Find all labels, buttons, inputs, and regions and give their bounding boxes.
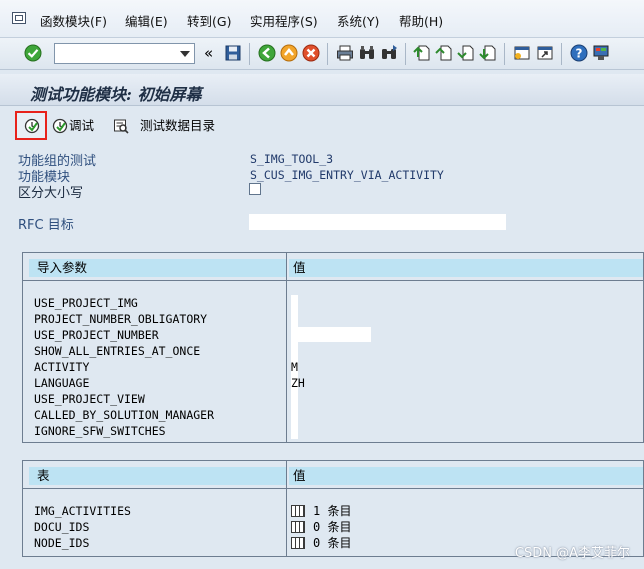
table-entry-count: 1 条目 [313, 504, 352, 518]
new-session-icon[interactable] [513, 44, 531, 62]
shortcut-icon[interactable] [536, 44, 554, 62]
table-grid-icon[interactable] [291, 505, 305, 517]
page-title: 测试功能模块: 初始屏幕 [30, 85, 202, 104]
menu-utilities[interactable]: 实用程序(S) [250, 14, 318, 30]
menu-function-module[interactable]: 函数模块(F) [40, 14, 107, 30]
test-data-directory-icon [114, 119, 129, 134]
find-icon[interactable] [358, 44, 376, 62]
command-field[interactable] [54, 43, 195, 64]
first-page-icon[interactable] [413, 44, 431, 62]
table-row: PROJECT_NUMBER_OBLIGATORY [34, 312, 208, 326]
table-row: SHOW_ALL_ENTRIES_AT_ONCE [34, 344, 201, 358]
find-next-icon[interactable] [380, 44, 398, 62]
table-row: IGNORE_SFW_SWITCHES [34, 424, 166, 438]
rfc-target-input[interactable] [249, 214, 506, 230]
tables-header-value: 值 [289, 467, 643, 485]
debug-label: 调试 [69, 118, 95, 133]
import-params-header-value: 值 [289, 259, 643, 277]
table-row: IMG_ACTIVITIES [34, 504, 131, 518]
last-page-icon[interactable] [479, 44, 497, 62]
menu-edit[interactable]: 编辑(E) [125, 14, 168, 30]
table-row: CALLED_BY_SOLUTION_MANAGER [34, 408, 215, 422]
table-row: DOCU_IDS [34, 520, 90, 534]
table-grid-icon[interactable] [291, 537, 305, 549]
table-row-value[interactable]: M [291, 359, 298, 375]
title-bar: 测试功能模块: 初始屏幕 [0, 74, 644, 106]
tables-header-name: 表 [29, 467, 286, 485]
use-project-number-input[interactable] [291, 327, 371, 342]
back-icon[interactable] [258, 44, 276, 62]
menu-bar: 函数模块(F) 编辑(E) 转到(G) 实用程序(S) 系统(Y) 帮助(H) [0, 0, 644, 38]
table-grid-icon[interactable] [291, 521, 305, 533]
table-row: ACTIVITY [34, 360, 90, 374]
import-params-header-name: 导入参数 [29, 259, 286, 277]
table-entry-count: 0 条目 [313, 536, 352, 550]
menu-help[interactable]: 帮助(H) [399, 14, 443, 30]
function-module-value: S_CUS_IMG_ENTRY_VIA_ACTIVITY [250, 168, 444, 182]
table-row: USE_PROJECT_NUMBER [34, 328, 159, 342]
standard-toolbar: « ? [0, 38, 644, 70]
rfc-target-label: RFC 目标 [18, 218, 74, 233]
menu-system[interactable]: 系统(Y) [337, 14, 379, 30]
customize-layout-icon[interactable] [592, 44, 610, 62]
application-toolbar: 调试 测试数据目录 [0, 108, 644, 142]
case-sensitive-label: 区分大小写 [18, 186, 84, 201]
table-row-value[interactable]: ZH [291, 375, 305, 391]
table-row: NODE_IDS [34, 536, 90, 550]
svg-text:?: ? [576, 47, 583, 61]
previous-page-icon[interactable] [435, 44, 453, 62]
watermark: CSDN @A李艾菲尔 [514, 546, 630, 561]
execute-button[interactable] [15, 111, 47, 140]
enter-check-icon[interactable] [24, 44, 42, 62]
save-icon[interactable] [224, 44, 242, 62]
execute-clock-icon [24, 118, 40, 134]
next-page-icon[interactable] [457, 44, 475, 62]
collapse-toolbar-icon[interactable]: « [204, 44, 213, 62]
menu-goto[interactable]: 转到(G) [187, 14, 231, 30]
import-parameters-table: 导入参数 值 USE_PROJECT_IMG PROJECT_NUMBER_OB… [22, 252, 644, 443]
exit-icon[interactable] [280, 44, 298, 62]
debug-button[interactable]: 调试 [52, 117, 100, 135]
test-data-directory-label: 测试数据目录 [140, 118, 216, 133]
function-group-value: S_IMG_TOOL_3 [250, 152, 334, 166]
system-menu-icon[interactable] [12, 12, 26, 24]
print-icon[interactable] [336, 44, 354, 62]
help-icon[interactable]: ? [570, 44, 588, 62]
debug-clock-icon [52, 118, 68, 134]
test-data-directory-button[interactable]: 测试数据目录 [113, 117, 223, 135]
table-row: USE_PROJECT_IMG [34, 296, 138, 310]
case-sensitive-checkbox[interactable] [249, 183, 261, 195]
cancel-icon[interactable] [302, 44, 320, 62]
command-input[interactable] [55, 44, 175, 63]
table-row: LANGUAGE [34, 376, 90, 390]
table-row: USE_PROJECT_VIEW [34, 392, 145, 406]
chevron-down-icon[interactable] [180, 51, 190, 57]
table-entry-count: 0 条目 [313, 520, 352, 534]
